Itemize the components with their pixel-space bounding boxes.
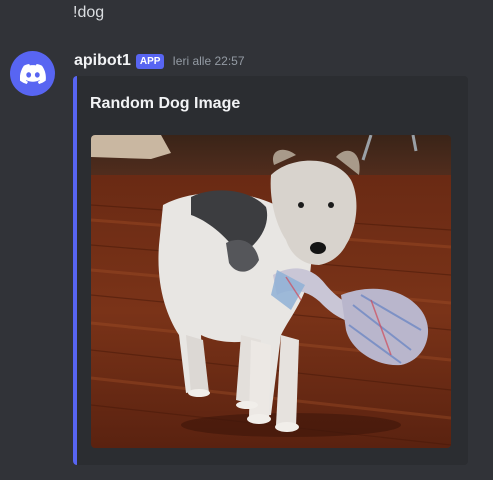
timestamp[interactable]: Ieri alle 22:57	[172, 54, 244, 68]
discord-logo-icon	[19, 63, 46, 84]
app-badge: APP	[135, 53, 165, 69]
avatar[interactable]	[10, 51, 55, 96]
embed: Random Dog Image	[73, 76, 468, 465]
message-header: apibot1 APP Ieri alle 22:57	[74, 50, 245, 72]
embed-image[interactable]	[91, 135, 451, 448]
embed-title: Random Dog Image	[90, 95, 241, 112]
dog-photo	[91, 135, 451, 448]
username[interactable]: apibot1	[74, 52, 131, 70]
previous-message-text: !dog	[73, 4, 105, 21]
